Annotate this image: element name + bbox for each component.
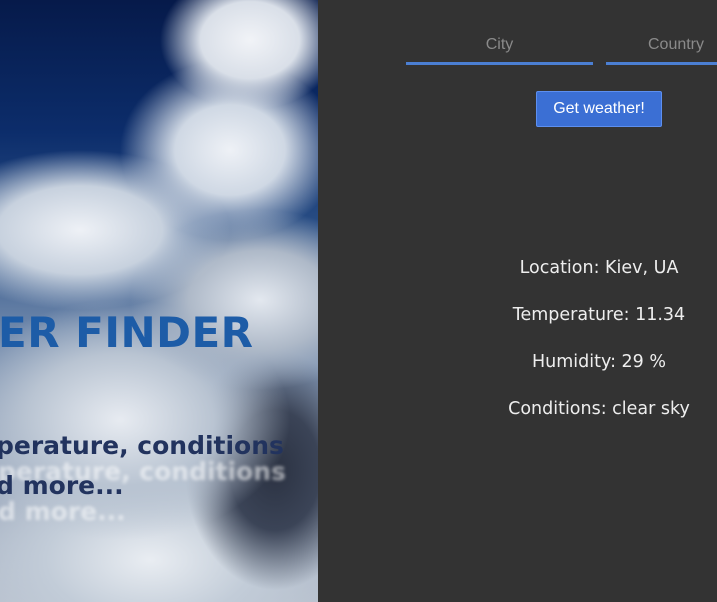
location-text: Location: Kiev, UA (519, 258, 679, 278)
weather-form-panel: Get weather! Location: Kiev, UA Temperat… (318, 0, 717, 602)
humidity-text: Humidity: 29 % (532, 352, 666, 372)
hero-subtitle-line2: d more... (0, 471, 124, 500)
hero-title: ER FINDER (0, 308, 254, 357)
country-input[interactable] (606, 27, 717, 65)
conditions-text: Conditions: clear sky (508, 399, 690, 419)
hero-subtitle-line1: perature, conditions (0, 431, 284, 460)
temperature-text: Temperature: 11.34 (512, 305, 686, 325)
city-input[interactable] (406, 27, 593, 65)
get-weather-button[interactable]: Get weather! (536, 91, 662, 127)
hero-panel: ER FINDER perature, conditions d more...… (0, 0, 318, 602)
hero-subtitle: perature, conditions d more... (0, 426, 284, 506)
weather-results: Location: Kiev, UA Temperature: 11.34 Hu… (318, 257, 717, 445)
app-page: ER FINDER perature, conditions d more...… (0, 0, 717, 602)
